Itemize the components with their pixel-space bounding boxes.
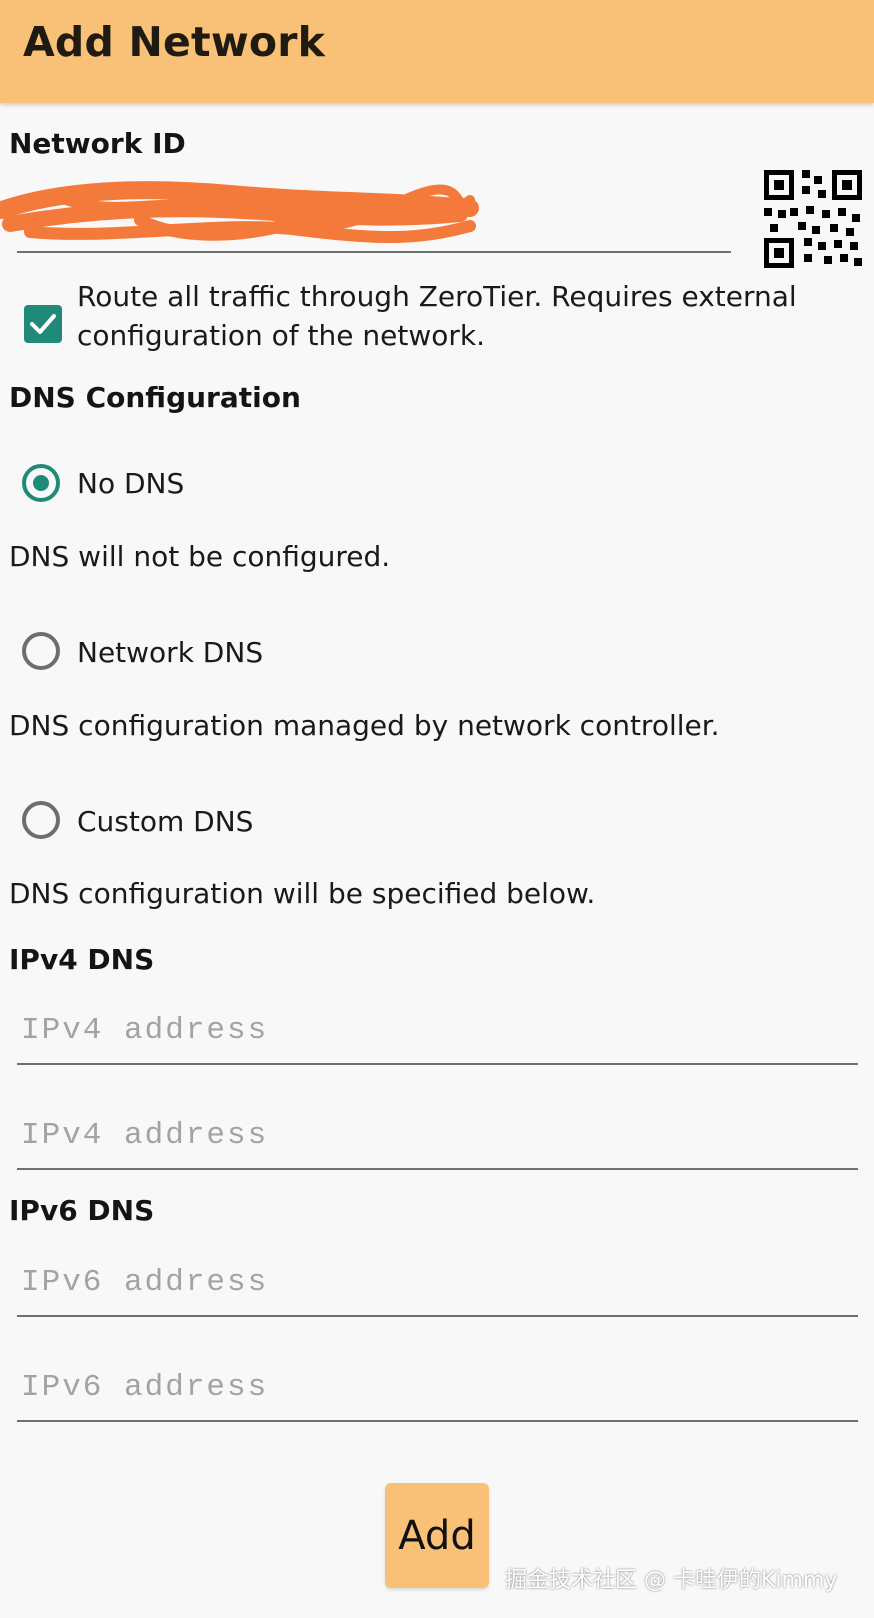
radio-custom-dns-label[interactable]: Custom DNS <box>77 805 253 838</box>
ipv4-input-2-underline <box>17 1168 858 1170</box>
ipv6-input-2-underline <box>17 1420 858 1422</box>
radio-network-dns[interactable] <box>22 632 60 670</box>
ipv4-address-input-2[interactable] <box>17 1105 866 1165</box>
radio-no-dns[interactable] <box>22 464 60 502</box>
radio-custom-dns[interactable] <box>22 801 60 839</box>
ipv4-address-input-1[interactable] <box>17 1000 866 1060</box>
checkmark-icon <box>30 314 56 334</box>
ipv6-dns-label: IPv6 DNS <box>9 1194 155 1227</box>
qr-code-scan-icon[interactable] <box>764 170 862 268</box>
redaction-scribble <box>0 181 479 244</box>
add-button[interactable]: Add <box>385 1483 489 1588</box>
route-all-traffic-label-line1: Route all traffic through ZeroTier. Requ… <box>77 280 797 313</box>
ipv6-address-input-2[interactable] <box>17 1357 866 1417</box>
radio-no-dns-label[interactable]: No DNS <box>77 467 184 500</box>
radio-network-dns-label[interactable]: Network DNS <box>77 636 263 669</box>
network-id-underline <box>17 251 731 253</box>
network-id-label: Network ID <box>9 127 186 160</box>
watermark: 掘金技术社区 @ 卡哇伊的Kimmy <box>505 1568 838 1593</box>
page-title: Add Network <box>23 18 326 66</box>
ipv6-input-1-underline <box>17 1315 858 1317</box>
no-dns-description: DNS will not be configured. <box>9 540 391 573</box>
ipv4-input-1-underline <box>17 1063 858 1065</box>
app-bar: Add Network <box>0 0 874 103</box>
custom-dns-description: DNS configuration will be specified belo… <box>9 877 596 910</box>
ipv6-address-input-1[interactable] <box>17 1252 866 1312</box>
route-all-traffic-checkbox[interactable] <box>24 305 62 343</box>
route-all-traffic-label-line2: configuration of the network. <box>77 319 485 352</box>
network-dns-description: DNS configuration managed by network con… <box>9 709 720 742</box>
ipv4-dns-label: IPv4 DNS <box>9 943 155 976</box>
dns-configuration-label: DNS Configuration <box>9 381 301 414</box>
